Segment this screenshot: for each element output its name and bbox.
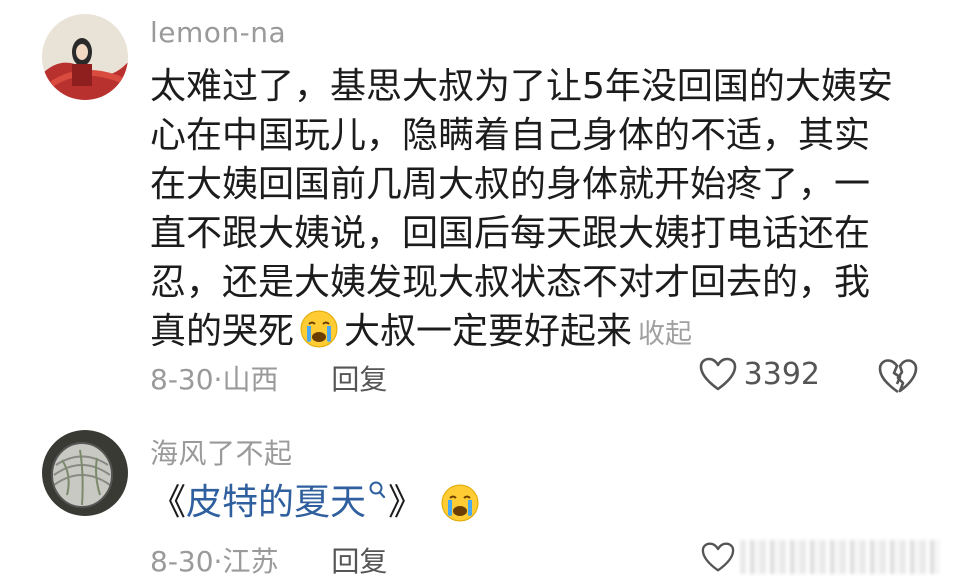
crying-face-emoji-icon [438,483,482,523]
avatar[interactable] [42,430,128,516]
comment-meta: 8-30·山西 回复 [150,358,387,398]
book-title: 皮特的夏天 [186,482,367,523]
search-icon [369,481,386,499]
comment-line: 在大姨回国前几周大叔的身体就开始疼了，一 [150,164,871,205]
comment-text: 《 皮特的夏天 》 [150,478,485,528]
comment-line-last: 真的哭死 大叔一定要好起来 收起 [150,307,910,359]
comment-location: 江苏 [222,545,279,578]
comment-item: 海风了不起 《 皮特的夏天 》 8-30·江苏 回复 [0,420,960,583]
book-title-link[interactable]: 皮特的夏天 [186,478,388,528]
book-close-bracket: 》 [388,482,425,523]
comment-line: 直不跟大姨说，回国后每天跟大姨打电话还在 [150,213,871,254]
reply-button[interactable]: 回复 [331,545,387,578]
like-button[interactable]: 3392 [698,356,820,392]
username[interactable]: lemon-na [150,16,286,49]
blurred-overlay [740,540,940,574]
comment-line: 太难过了，基思大叔为了让5年没回国的大姨安 [150,66,893,107]
book-open-bracket: 《 [150,482,187,523]
like-count: 3392 [743,356,820,392]
comment-line: 忍，还是大姨发现大叔状态不对才回去的，我 [150,262,871,303]
comment-meta: 8-30·江苏 回复 [150,540,387,580]
heart-icon [701,542,735,572]
comment-location: 山西 [222,363,279,396]
comment-date: 8-30 [150,545,214,578]
reply-button[interactable]: 回复 [331,363,387,396]
broken-heart-icon[interactable] [876,356,920,396]
crying-face-emoji-icon [297,309,341,349]
avatar[interactable] [42,14,128,100]
comment-text-segment: 大叔一定要好起来 [344,311,633,352]
comment-item: lemon-na 太难过了，基思大叔为了让5年没回国的大姨安 心在中国玩儿，隐瞒… [0,0,960,420]
username[interactable]: 海风了不起 [150,432,293,472]
comment-text: 太难过了，基思大叔为了让5年没回国的大姨安 心在中国玩儿，隐瞒着自己身体的不适，… [150,62,910,359]
comment-date: 8-30 [150,363,214,396]
like-button[interactable] [700,532,940,582]
comment-line: 心在中国玩儿，隐瞒着自己身体的不适，其实 [150,115,871,156]
collapse-link[interactable]: 收起 [638,319,692,350]
heart-icon [699,357,736,391]
comment-text-segment: 真的哭死 [150,311,295,352]
